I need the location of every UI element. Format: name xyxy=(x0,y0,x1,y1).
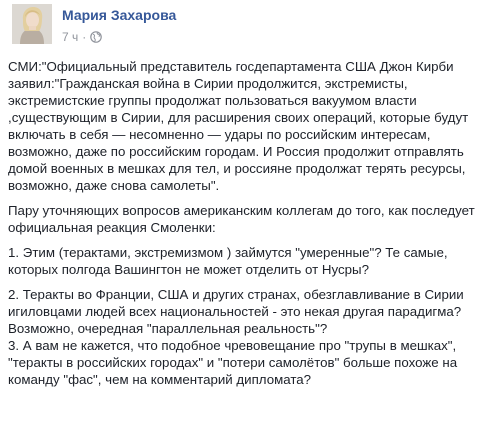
post-timestamp[interactable]: 7 ч xyxy=(62,30,78,44)
post-header: Мария Захарова 7 ч · xyxy=(6,0,489,58)
facebook-post: Мария Захарова 7 ч · СМИ:"Официальный пр… xyxy=(0,0,499,435)
avatar-image xyxy=(12,4,52,44)
meta-separator: · xyxy=(82,30,87,44)
globe-icon[interactable] xyxy=(90,31,103,43)
post-paragraph-1: СМИ:"Официальный представитель госдепарт… xyxy=(8,59,469,193)
post-meta: 7 ч · xyxy=(62,30,103,44)
post-paragraph-2: Пару уточняющих вопросов американским ко… xyxy=(8,203,475,235)
post-body: СМИ:"Официальный представитель госдепарт… xyxy=(6,58,489,388)
author-avatar[interactable] xyxy=(12,4,52,44)
post-paragraph-3: 1. Этим (терактами, экстремизмом ) займу… xyxy=(8,245,448,277)
author-name[interactable]: Мария Захарова xyxy=(62,7,176,23)
post-paragraph-4: 2. Теракты во Франции, США и других стра… xyxy=(8,287,464,387)
